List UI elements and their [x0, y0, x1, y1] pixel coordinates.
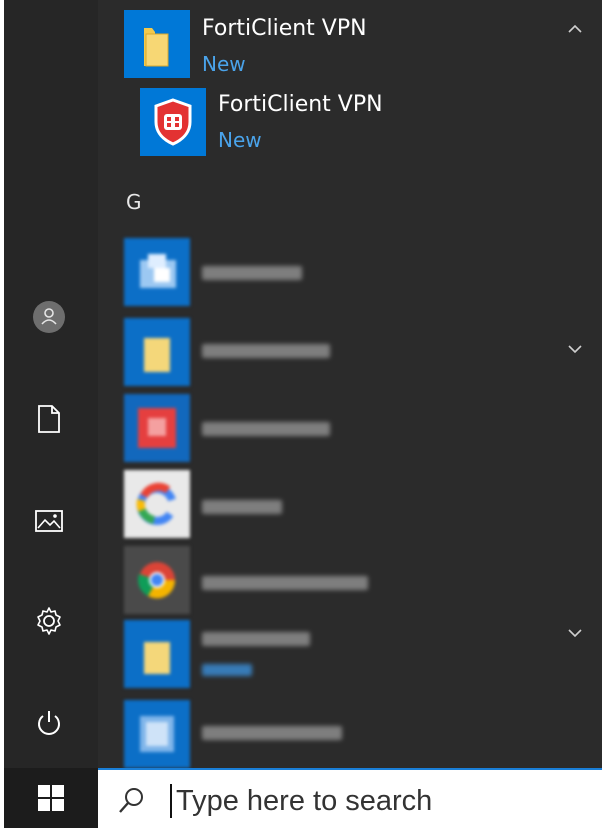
new-badge: New	[218, 128, 262, 152]
settings-button[interactable]	[22, 594, 76, 648]
folder-tile	[124, 620, 190, 688]
folder-tile	[124, 318, 190, 386]
blurred-new-badge	[202, 664, 252, 676]
folder-label: FortiClient VPN	[202, 16, 367, 41]
start-menu-rail	[4, 0, 98, 768]
app-icon	[138, 408, 176, 448]
app-tile	[124, 470, 190, 538]
blurred-app-name	[202, 422, 330, 436]
folder-forticlient-vpn[interactable]: FortiClient VPN New	[98, 6, 602, 82]
windows-logo-icon	[38, 785, 64, 811]
start-button[interactable]	[4, 768, 98, 828]
section-letter-g[interactable]: G	[126, 190, 142, 214]
search-icon	[119, 788, 143, 813]
blurred-app-name	[202, 266, 302, 280]
chevron-down-icon	[568, 629, 582, 638]
expand-folder-button[interactable]	[562, 336, 588, 362]
app-tile	[124, 546, 190, 614]
pictures-icon	[35, 510, 63, 532]
user-account-button[interactable]	[22, 290, 76, 344]
text-caret	[170, 784, 172, 818]
app-tile	[124, 700, 190, 768]
chrome-icon	[138, 562, 176, 599]
blurred-app-name	[202, 726, 342, 740]
app-icon	[140, 716, 174, 752]
app-icon	[140, 254, 176, 288]
app-forticlient-vpn[interactable]: FortiClient VPN New	[98, 86, 602, 162]
user-icon	[33, 301, 65, 333]
chevron-up-icon	[568, 24, 582, 33]
start-menu: FortiClient VPN New FortiClient VPN New …	[4, 0, 602, 828]
list-item[interactable]	[98, 468, 602, 544]
folder-tile	[124, 10, 190, 78]
documents-button[interactable]	[22, 392, 76, 446]
folder-icon	[144, 338, 170, 372]
app-list: FortiClient VPN New FortiClient VPN New …	[98, 0, 602, 768]
list-item[interactable]	[98, 314, 602, 392]
blurred-app-name	[202, 576, 368, 590]
google-icon	[136, 482, 176, 525]
taskbar	[4, 768, 602, 828]
app-label: FortiClient VPN	[218, 92, 383, 117]
forticlient-shield-icon	[154, 98, 192, 146]
blurred-folder-name	[202, 344, 330, 358]
new-badge: New	[202, 52, 246, 76]
blurred-app-name	[202, 500, 282, 514]
power-button[interactable]	[22, 696, 76, 750]
search-input[interactable]	[176, 780, 576, 822]
blurred-folder-name	[202, 632, 310, 646]
list-item[interactable]	[98, 234, 602, 312]
collapse-folder-button[interactable]	[562, 16, 588, 42]
list-item[interactable]	[98, 618, 602, 698]
app-tile	[140, 88, 206, 156]
list-item[interactable]	[98, 544, 602, 620]
folder-icon	[144, 28, 169, 67]
list-item[interactable]	[98, 392, 602, 468]
search-box[interactable]	[98, 768, 602, 828]
expand-folder-button[interactable]	[562, 620, 588, 646]
chevron-down-icon	[568, 345, 582, 354]
settings-icon	[37, 607, 61, 635]
pictures-button[interactable]	[22, 494, 76, 548]
power-icon	[38, 711, 60, 735]
app-tile	[124, 238, 190, 306]
documents-icon	[38, 405, 60, 433]
app-tile	[124, 394, 190, 462]
folder-icon	[144, 642, 170, 674]
list-item[interactable]	[98, 698, 602, 768]
